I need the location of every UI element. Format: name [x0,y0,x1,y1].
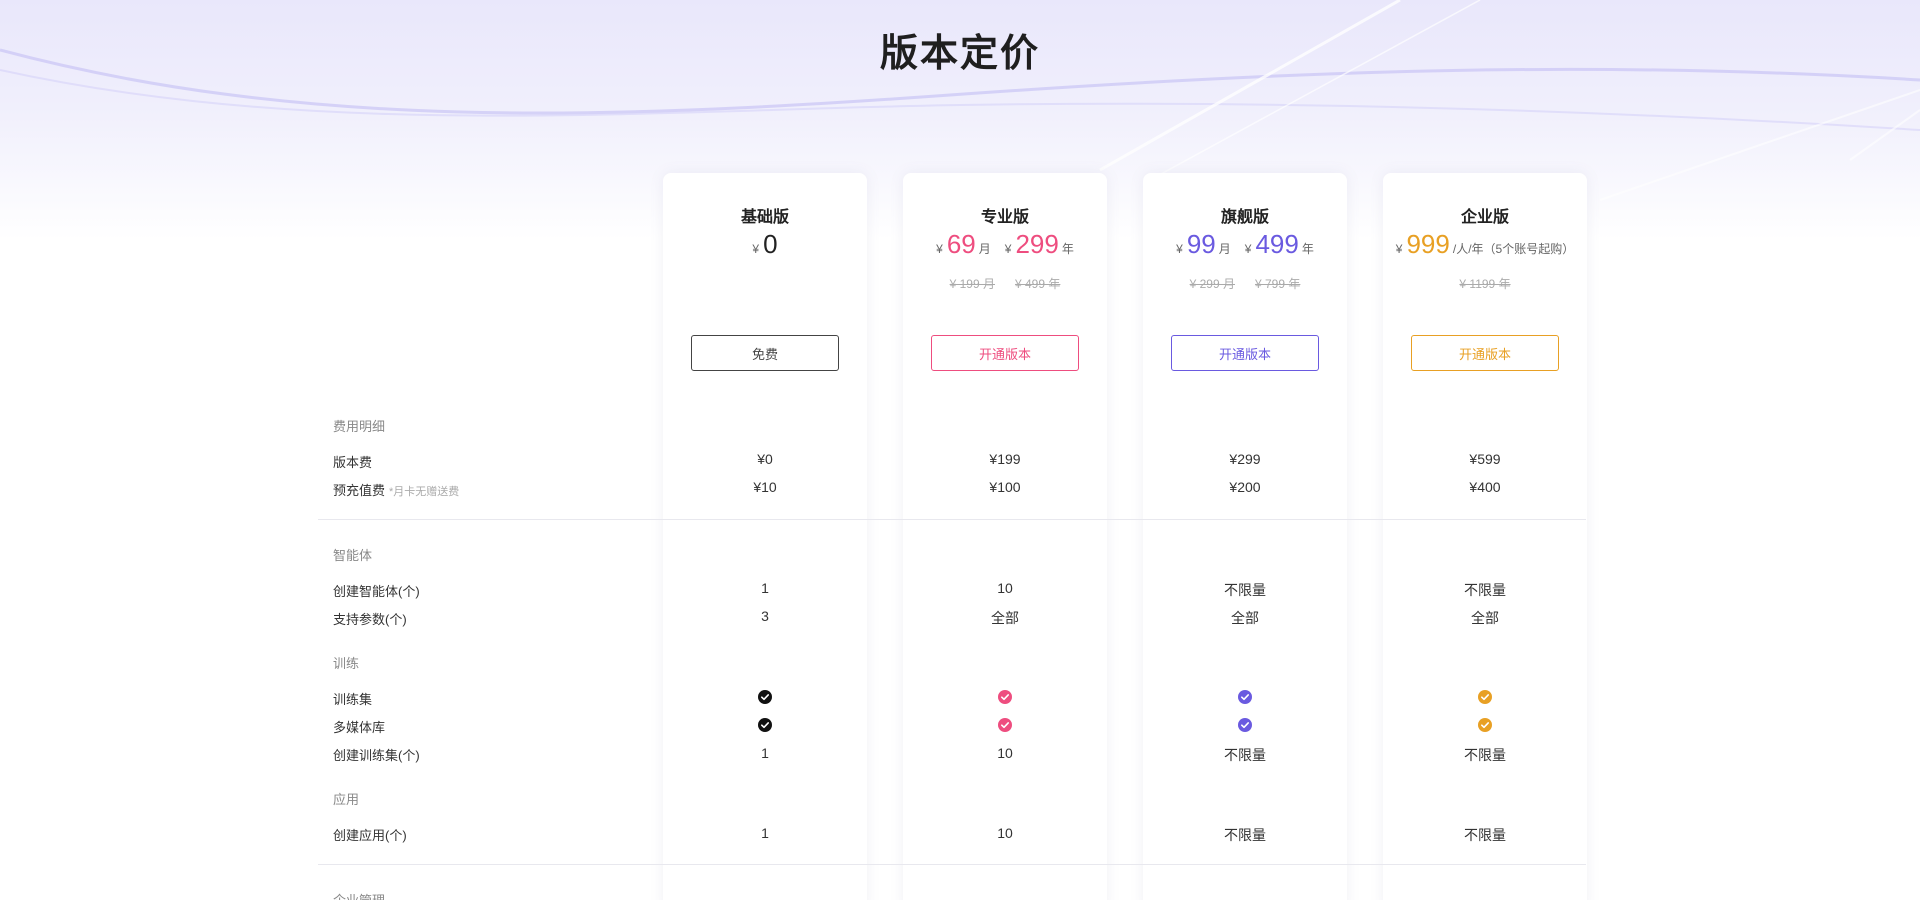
original-year: ¥ 1199 年 [1459,277,1511,291]
check-circle-icon [998,718,1012,732]
version-fee-enterprise: ¥599 [1469,451,1501,467]
label-create-training: 创建训练集(个) [333,748,420,763]
currency-symbol: ¥ [752,242,760,256]
label-params: 支持参数(个) [333,612,407,627]
price-month: 69 [946,229,976,259]
original-year: ¥ 499 年 [1015,277,1061,291]
plan-name: 基础版 [740,209,789,226]
check-circle-icon [1238,690,1252,704]
plan-name: 企业版 [1460,209,1509,226]
plan-column-enterprise: 企业版 ¥999/人/年（5个账号起购） ¥ 1199 年 开通版本 ¥599 … [1383,173,1587,900]
create-training-basic: 1 [761,745,769,761]
original-month: ¥ 299 月 [1189,277,1235,291]
prepaid-fee-flagship: ¥200 [1229,479,1261,495]
check-circle-icon [758,690,772,704]
plan-price: ¥69 月 ¥299 年 [903,229,1107,260]
label-create-agent: 创建智能体(个) [333,584,420,599]
label-media-library: 多媒体库 [333,720,386,735]
section-enterprise-management: 企业管理 [333,890,385,900]
create-training-pro: 10 [997,745,1013,761]
create-agent-enterprise: 不限量 [1464,582,1506,598]
create-training-flagship: 不限量 [1224,747,1266,763]
label-prepaid-fee-text: 预充值费 [333,483,386,498]
unit-month: 月 [1218,242,1231,256]
create-agent-pro: 10 [997,580,1013,596]
price-value: 999 [1406,229,1450,259]
plan-price: ¥99 月 ¥499 年 [1143,229,1347,260]
params-basic: 3 [761,608,769,624]
divider [318,864,1586,865]
activate-enterprise-button[interactable]: 开通版本 [1411,335,1559,371]
original-year: ¥ 799 年 [1255,277,1301,291]
activate-pro-button[interactable]: 开通版本 [931,335,1079,371]
divider [318,519,1586,520]
create-training-enterprise: 不限量 [1464,747,1506,763]
page-title: 版本定价 [879,33,1040,75]
label-prepaid-fee: 预充值费 *月卡无赠送费 [333,480,459,499]
unit-per-user: /人/年（5个账号起购） [1452,242,1575,256]
currency-symbol: ¥ [1004,242,1012,256]
label-version-fee: 版本费 [333,455,373,470]
unit-year: 年 [1061,242,1074,256]
section-agents: 智能体 [333,548,373,563]
plan-column-pro: 专业版 ¥69 月 ¥299 年 ¥ 199 月 ¥ 499 年 开通版本 ¥199 ¥… [903,173,1107,900]
currency-symbol: ¥ [1244,242,1252,256]
label-create-app: 创建应用(个) [333,828,407,843]
create-app-flagship: 不限量 [1224,827,1266,843]
check-circle-icon [1478,690,1492,704]
currency-symbol: ¥ [1176,242,1183,256]
label-training-set: 训练集 [333,692,373,707]
section-apps: 应用 [333,792,360,807]
free-button[interactable]: 免费 [691,335,839,371]
plan-column-basic: 基础版 ¥0 免费 ¥0 ¥10 1 3 1 1 [663,173,867,900]
prepaid-fee-basic: ¥10 [753,479,777,495]
version-fee-flagship: ¥299 [1229,451,1261,467]
create-app-enterprise: 不限量 [1464,827,1506,843]
params-flagship: 全部 [1231,610,1259,626]
prepaid-note: *月卡无赠送费 [389,486,460,498]
params-enterprise: 全部 [1471,610,1499,626]
plan-price: ¥0 [663,229,867,260]
section-fee-details: 费用明细 [333,419,386,434]
prepaid-fee-enterprise: ¥400 [1469,479,1501,495]
check-circle-icon [998,690,1012,704]
check-circle-icon [1478,718,1492,732]
price-year: 299 [1015,229,1059,259]
original-price: ¥ 299 月 ¥ 799 年 [1143,275,1347,292]
create-app-basic: 1 [761,825,769,841]
plan-name: 专业版 [980,209,1029,226]
price-month: 99 [1186,229,1216,259]
price-value: 0 [763,229,778,259]
create-agent-basic: 1 [761,580,769,596]
original-month: ¥ 199 月 [949,277,995,291]
currency-symbol: ¥ [1395,242,1403,256]
create-app-pro: 10 [997,825,1013,841]
price-year: 499 [1255,229,1299,259]
section-training: 训练 [333,656,360,671]
currency-symbol: ¥ [936,242,943,256]
activate-flagship-button[interactable]: 开通版本 [1171,335,1319,371]
unit-month: 月 [978,242,991,256]
version-fee-basic: ¥0 [757,451,773,467]
check-circle-icon [758,718,772,732]
plan-column-flagship: 旗舰版 ¥99 月 ¥499 年 ¥ 299 月 ¥ 799 年 开通版本 ¥299 ¥… [1143,173,1347,900]
create-agent-flagship: 不限量 [1224,582,1266,598]
original-price: ¥ 1199 年 [1383,275,1587,292]
version-fee-pro: ¥199 [989,451,1021,467]
prepaid-fee-pro: ¥100 [989,479,1021,495]
check-circle-icon [1238,718,1252,732]
plan-price: ¥999/人/年（5个账号起购） [1383,229,1587,260]
params-pro: 全部 [991,610,1019,626]
unit-year: 年 [1301,242,1314,256]
plan-name: 旗舰版 [1220,209,1269,226]
original-price: ¥ 199 月 ¥ 499 年 [903,275,1107,292]
